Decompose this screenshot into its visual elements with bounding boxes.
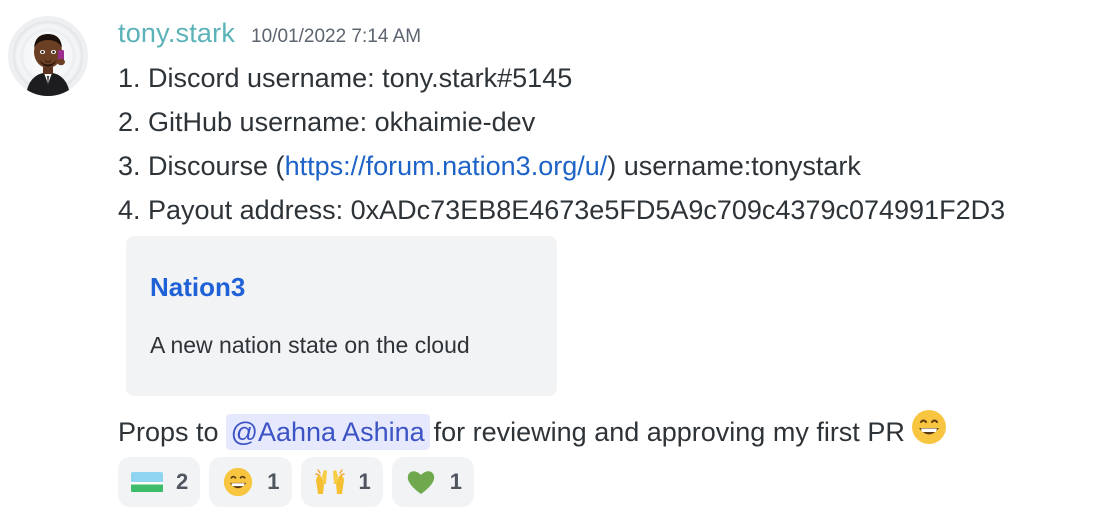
user-mention[interactable]: @Aahna Ashina: [225, 413, 430, 450]
reaction-raising-hands[interactable]: 1: [300, 457, 383, 507]
grinning-face-emoji-icon: [911, 409, 947, 454]
reaction-grinning-face[interactable]: 1: [209, 457, 292, 507]
discourse-prefix-text: 3. Discourse (: [118, 151, 285, 181]
message-timestamp[interactable]: 10/01/2022 7:14 AM: [251, 26, 421, 48]
embed-title-link[interactable]: Nation3: [150, 272, 245, 303]
raising-hands-emoji-icon: [313, 465, 347, 499]
reaction-bar: 2 1 1 1: [118, 457, 474, 507]
discourse-suffix-text: ) username:tonystark: [607, 151, 861, 181]
props-before-text: Props to: [118, 416, 219, 447]
reaction-count: 1: [358, 469, 371, 494]
link-embed: Nation3 A new nation state on the cloud: [126, 236, 557, 396]
reaction-count: 2: [176, 469, 189, 494]
reaction-green-heart[interactable]: 1: [391, 457, 474, 507]
avatar-portrait-icon: [12, 20, 84, 96]
message-line-discourse: 3. Discourse (https://forum.nation3.org/…: [118, 148, 861, 184]
message-line-github: 2. GitHub username: okhaimie-dev: [118, 107, 536, 137]
grinning-face-emoji-icon: [221, 465, 255, 499]
user-avatar[interactable]: [8, 16, 88, 96]
message-line-payout: 4. Payout address: 0xADc73EB8E4673e5FD5A…: [118, 195, 1006, 225]
flag-emoji-icon: [130, 465, 164, 499]
message-header: tony.stark 10/01/2022 7:14 AM: [118, 18, 421, 56]
reaction-flag[interactable]: 2: [118, 457, 201, 507]
message-line-discord: 1. Discord username: tony.stark#5145: [118, 63, 573, 93]
reaction-count: 1: [267, 469, 280, 494]
embed-description: A new nation state on the cloud: [150, 332, 470, 358]
chat-message: tony.stark 10/01/2022 7:14 AM 1. Discord…: [0, 0, 1106, 522]
props-after-text: for reviewing and approving my first PR: [433, 416, 905, 447]
discourse-link[interactable]: https://forum.nation3.org/u/: [285, 151, 608, 181]
author-username[interactable]: tony.stark: [118, 18, 235, 49]
green-heart-emoji-icon: [404, 465, 438, 499]
reaction-count: 1: [449, 469, 462, 494]
message-line-props: Props to @Aahna Ashina for reviewing and…: [118, 409, 947, 454]
